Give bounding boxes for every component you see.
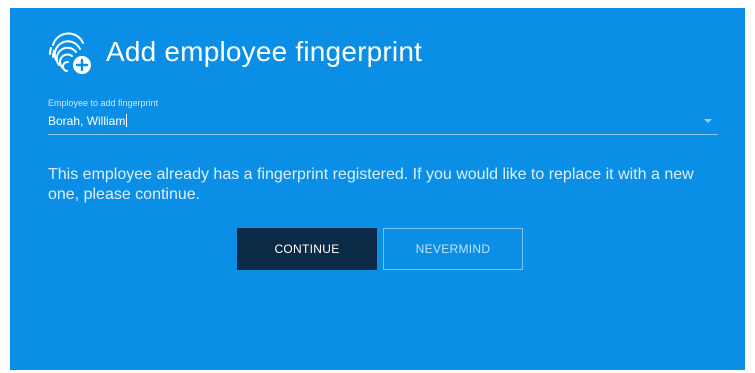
text-cursor [126, 114, 128, 128]
employee-field-value[interactable]: Borah, William [48, 114, 125, 128]
employee-field-value-wrap[interactable]: Borah, William [48, 112, 128, 130]
continue-button[interactable]: CONTINUE [237, 228, 377, 270]
info-message: This employee already has a fingerprint … [48, 166, 694, 203]
chevron-down-icon[interactable] [704, 119, 712, 123]
dialog-title: Add employee fingerprint [106, 36, 423, 67]
dialog-header: Add employee fingerprint [44, 28, 422, 76]
add-fingerprint-dialog: Add employee fingerprint Employee to add… [10, 8, 745, 370]
fingerprint-add-icon [49, 32, 91, 74]
employee-field-label: Employee to add fingerprint [48, 98, 159, 108]
dialog-actions: CONTINUE NEVERMIND [237, 228, 523, 270]
employee-field-row[interactable]: Borah, William [48, 112, 718, 135]
employee-select[interactable]: Employee to add fingerprint Borah, Willi… [48, 98, 718, 135]
nevermind-button[interactable]: NEVERMIND [383, 228, 523, 270]
